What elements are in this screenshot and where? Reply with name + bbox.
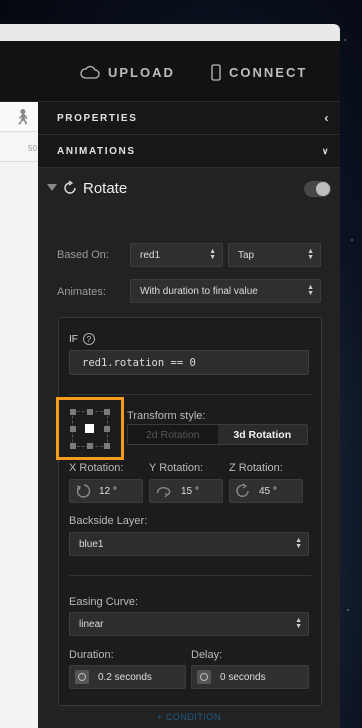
origin-point[interactable] (70, 442, 76, 449)
chevron-down-icon: ∨ (321, 146, 330, 156)
z-rotation-label: Z Rotation: (229, 462, 283, 474)
phone-icon (211, 63, 221, 81)
connect-button[interactable]: CONNECT (211, 63, 307, 81)
trigger-value: Tap (238, 249, 255, 261)
clock-icon (197, 670, 211, 684)
select-arrows-icon: ▲ ▼ (209, 248, 216, 261)
y-rotation-value: 15 ° (181, 485, 199, 497)
x-rotation-label: X Rotation: (69, 462, 124, 474)
collapse-caret-icon[interactable] (47, 184, 57, 191)
canvas-toolbar: 🚶︎ (0, 102, 38, 132)
y-rotation-input[interactable]: 15 ° (149, 479, 223, 503)
select-arrows-icon: ▲ ▼ (307, 248, 314, 261)
window-titlebar (0, 24, 340, 41)
animates-value: With duration to final value (140, 285, 258, 297)
origin-grid (70, 408, 110, 449)
based-on-layer-value: red1 (140, 249, 161, 261)
trigger-select[interactable]: Tap ▲ ▼ (228, 243, 321, 267)
properties-label: PROPERTIES (57, 112, 138, 124)
origin-point[interactable] (87, 442, 93, 449)
transform-origin-picker[interactable] (56, 397, 124, 460)
z-rotation-value: 45 ° (259, 485, 277, 497)
animation-header: Rotate (38, 168, 340, 212)
x-rotation-value: 12 ° (99, 485, 117, 497)
backside-layer-value: blue1 (79, 538, 104, 550)
origin-point[interactable] (104, 425, 110, 432)
animates-label: Animates: (57, 286, 106, 298)
delay-label: Delay: (191, 649, 223, 661)
duration-label: Duration: (69, 649, 114, 661)
x-rotation-input[interactable]: 12 ° (69, 479, 143, 503)
select-arrows-icon: ▲ ▼ (295, 617, 302, 630)
animations-label: ANIMATIONS (57, 145, 136, 157)
animates-select[interactable]: With duration to final value ▲ ▼ (130, 279, 321, 303)
chevron-left-icon: ‹ (324, 111, 330, 125)
cloud-icon (80, 65, 100, 79)
add-condition-button[interactable]: + CONDITION (38, 712, 340, 722)
ruler-number: 50 (28, 144, 37, 153)
toggle-knob (316, 182, 330, 196)
origin-point[interactable] (87, 408, 93, 415)
if-label: IF (69, 333, 78, 345)
top-toolbar: UPLOAD CONNECT (0, 41, 340, 102)
segment-2d-rotation[interactable]: 2d Rotation (128, 425, 218, 444)
backside-layer-select[interactable]: blue1 ▲ ▼ (69, 532, 309, 556)
x-rotation-icon (76, 484, 91, 498)
z-rotation-input[interactable]: 45 ° (229, 479, 303, 503)
y-rotation-icon (156, 486, 171, 498)
clock-icon (75, 670, 89, 684)
y-rotation-label: Y Rotation: (149, 462, 204, 474)
transform-style-segmented: 2d Rotation 3d Rotation (127, 424, 308, 445)
divider (69, 394, 311, 395)
divider (69, 575, 311, 576)
animation-enabled-toggle[interactable] (304, 181, 331, 197)
connect-label: CONNECT (229, 64, 308, 80)
origin-point[interactable] (70, 408, 76, 415)
canvas-ruler: 50 (0, 132, 38, 162)
canvas-area[interactable]: 🚶︎ 50 (0, 102, 38, 728)
select-arrows-icon: ▲ ▼ (295, 537, 302, 550)
select-arrows-icon: ▲ ▼ (307, 284, 314, 297)
animations-section-header[interactable]: ANIMATIONS ∨ (38, 135, 340, 168)
transform-style-label: Transform style: (127, 410, 206, 422)
condition-expression-field[interactable]: red1.rotation == 0 (69, 350, 309, 375)
person-icon[interactable]: 🚶︎ (13, 108, 32, 126)
z-rotation-icon (236, 483, 249, 497)
origin-point[interactable] (70, 425, 76, 432)
duration-input[interactable]: 0.2 seconds (69, 665, 186, 689)
inspector-panel: PROPERTIES ‹ ANIMATIONS ∨ Rotate Based O… (38, 102, 340, 728)
easing-curve-label: Easing Curve: (69, 596, 139, 608)
origin-point-selected[interactable] (85, 423, 94, 433)
properties-section-header[interactable]: PROPERTIES ‹ (38, 102, 340, 135)
help-icon[interactable]: ? (82, 333, 95, 345)
delay-input[interactable]: 0 seconds (191, 665, 309, 689)
origin-point[interactable] (104, 408, 110, 415)
animation-title: Rotate (83, 180, 128, 197)
delay-value: 0 seconds (220, 671, 266, 683)
segment-3d-rotation[interactable]: 3d Rotation (217, 425, 307, 444)
rotate-icon (64, 180, 76, 194)
app-window: UPLOAD CONNECT 🚶︎ 50 PROPERTIES ‹ ANIMAT… (0, 24, 340, 728)
duration-value: 0.2 seconds (98, 671, 152, 683)
based-on-layer-select[interactable]: red1 ▲ ▼ (130, 243, 223, 267)
origin-point[interactable] (104, 442, 110, 449)
upload-label: UPLOAD (108, 64, 175, 80)
based-on-label: Based On: (57, 249, 109, 261)
if-header: IF ? (69, 333, 95, 345)
backside-layer-label: Backside Layer: (69, 515, 148, 527)
easing-curve-value: linear (79, 618, 104, 630)
easing-curve-select[interactable]: linear ▲ ▼ (69, 612, 309, 636)
condition-box: IF ? red1.rotation == 0 Transform style:… (56, 317, 322, 706)
upload-button[interactable]: UPLOAD (80, 63, 175, 81)
